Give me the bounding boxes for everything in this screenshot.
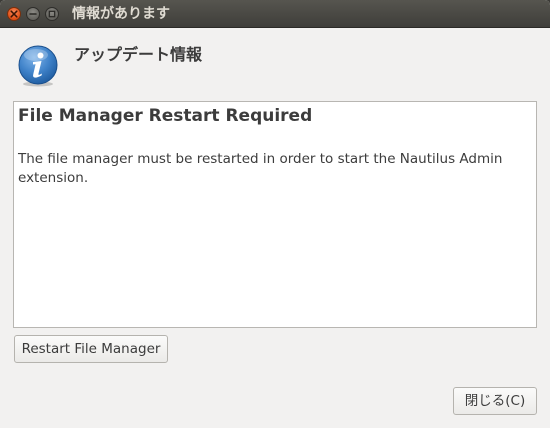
maximize-icon: [48, 10, 56, 18]
message-title: File Manager Restart Required: [18, 106, 313, 126]
window-minimize-button[interactable]: [26, 7, 40, 21]
dialog-heading: アップデート情報: [74, 45, 203, 64]
close-button[interactable]: 閉じる(C): [453, 387, 537, 415]
window-title: 情報があります: [72, 6, 170, 22]
info-icon: [18, 45, 58, 87]
close-icon: [10, 10, 18, 18]
title-bar[interactable]: 情報があります: [0, 0, 550, 28]
restart-file-manager-button[interactable]: Restart File Manager: [14, 335, 168, 363]
message-panel: File Manager Restart Required The file m…: [13, 101, 537, 328]
minimize-icon: [29, 13, 37, 15]
dialog-window: 情報があります アップデート情報 File Manager Restart Re…: [0, 0, 550, 428]
window-maximize-button[interactable]: [45, 7, 59, 21]
message-body: The file manager must be restarted in or…: [18, 151, 503, 186]
window-close-button[interactable]: [7, 7, 21, 21]
